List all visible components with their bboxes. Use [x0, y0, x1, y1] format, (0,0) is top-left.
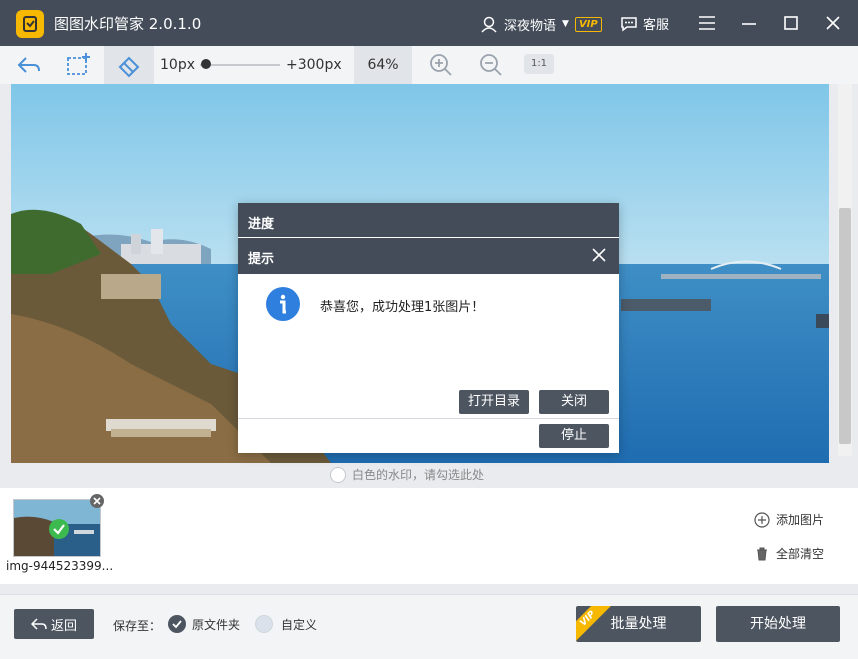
white-watermark-label: 白色的水印，请勾选此处: [352, 468, 485, 482]
brush-size-min: 10px: [160, 57, 195, 73]
white-watermark-checkbox[interactable]: [330, 466, 346, 483]
original-folder-radio[interactable]: [168, 615, 186, 633]
eraser-tool-button[interactable]: [104, 46, 154, 84]
username: 深夜物语: [504, 18, 557, 34]
info-icon: [266, 287, 300, 321]
close-window-icon[interactable]: [820, 10, 846, 36]
progress-dialog-header: [238, 203, 619, 237]
dropdown-arrow-icon: ▼: [562, 19, 569, 29]
batch-process-button[interactable]: VIP 批量处理: [576, 606, 701, 642]
eraser-icon: [118, 56, 140, 78]
clear-all-button[interactable]: 全部清空: [754, 545, 824, 562]
plus-circle-icon: [754, 511, 770, 528]
add-image-button[interactable]: 添加图片: [754, 511, 824, 528]
menu-icon[interactable]: [694, 10, 720, 36]
tip-dialog-title: 提示: [248, 252, 275, 267]
progress-dialog-title: 进度: [248, 217, 275, 232]
vip-corner-ribbon: VIP: [576, 606, 613, 642]
zoom-out-icon[interactable]: [476, 50, 506, 80]
clear-all-label: 全部清空: [776, 547, 825, 561]
start-process-button[interactable]: 开始处理: [716, 606, 840, 642]
original-folder-label: 原文件夹: [192, 617, 241, 632]
service-label: 客服: [643, 18, 670, 33]
custom-folder-label: 自定义: [281, 617, 318, 632]
customer-service-button[interactable]: 客服: [620, 14, 669, 33]
close-dialog-icon[interactable]: [590, 246, 608, 264]
back-button[interactable]: 返回: [14, 609, 94, 639]
white-watermark-option[interactable]: 白色的水印，请勾选此处: [330, 466, 484, 483]
minimize-icon[interactable]: [736, 10, 762, 36]
save-custom-option[interactable]: 自定义: [255, 615, 317, 633]
scrollbar-thumb[interactable]: [839, 208, 851, 444]
brush-size-max: +300px: [286, 57, 342, 73]
select-region-icon[interactable]: [64, 50, 94, 80]
trash-icon: [757, 547, 767, 560]
app-logo-icon: [16, 10, 44, 38]
chat-icon: [621, 16, 637, 31]
open-directory-button[interactable]: 打开目录: [459, 390, 529, 414]
batch-process-label: 批量处理: [610, 616, 667, 632]
save-original-folder-option[interactable]: 原文件夹: [168, 615, 240, 633]
user-menu[interactable]: 深夜物语 ▼ VIP: [480, 14, 602, 34]
zoom-in-icon[interactable]: [426, 50, 456, 80]
thumbnail-filename: img-944523399...: [6, 559, 114, 573]
remove-thumbnail-icon[interactable]: [90, 494, 104, 508]
stop-button[interactable]: 停止: [539, 424, 609, 448]
vip-badge: VIP: [574, 16, 602, 32]
close-button[interactable]: 关闭: [539, 390, 609, 414]
save-to-label: 保存至：: [113, 619, 162, 633]
tip-dialog-header: [238, 238, 619, 274]
actual-size-button[interactable]: 1:1: [524, 54, 554, 74]
zoom-level: 64%: [354, 46, 412, 84]
brush-size-slider[interactable]: [200, 64, 280, 66]
back-label: 返回: [50, 618, 77, 634]
back-icon: [30, 618, 47, 630]
custom-folder-radio[interactable]: [255, 615, 273, 633]
user-icon: [481, 16, 497, 33]
add-image-label: 添加图片: [776, 513, 825, 527]
tip-message: 恭喜您，成功处理1张图片！: [320, 300, 485, 315]
app-title: 图图水印管家 2.0.1.0: [54, 15, 202, 33]
undo-icon[interactable]: [14, 50, 44, 80]
thumbnail-strip: [0, 488, 858, 584]
maximize-icon[interactable]: [778, 10, 804, 36]
processed-check-icon: [49, 519, 69, 539]
